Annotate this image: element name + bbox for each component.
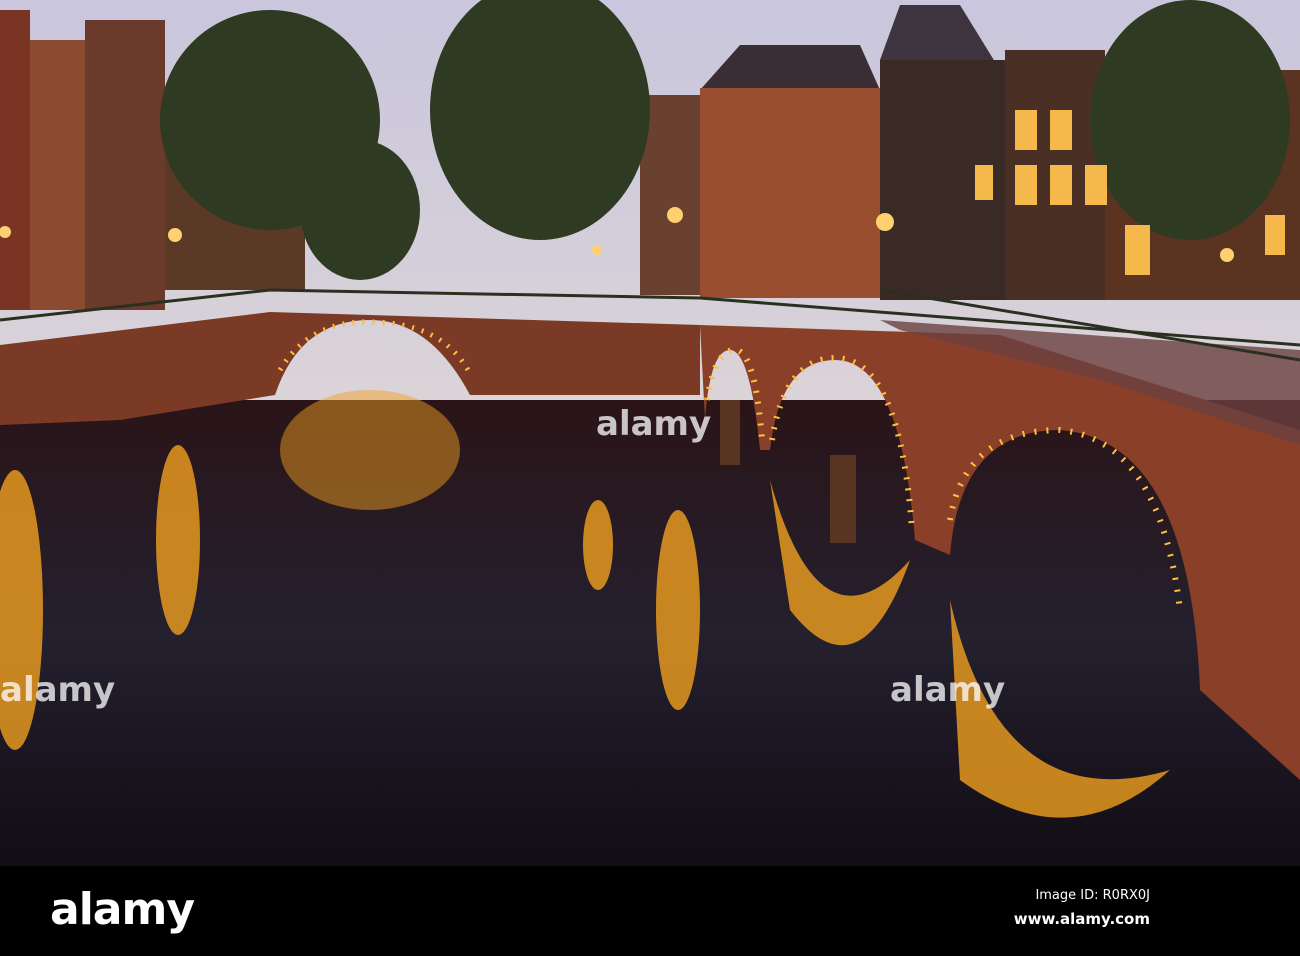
stock-photo-page: alamy alamy alamy alamy Image ID: R0RX0J…: [0, 0, 1300, 956]
alamy-logo: alamy: [50, 884, 195, 935]
image-id: Image ID: R0RX0J: [1035, 888, 1150, 903]
footer-bar: alamy Image ID: R0RX0J www.alamy.com: [0, 866, 1300, 956]
watermark-center: alamy: [596, 404, 712, 444]
watermark-right: alamy: [890, 670, 1006, 710]
website-link[interactable]: www.alamy.com: [1014, 910, 1150, 928]
watermark-left: alamy: [0, 670, 116, 710]
